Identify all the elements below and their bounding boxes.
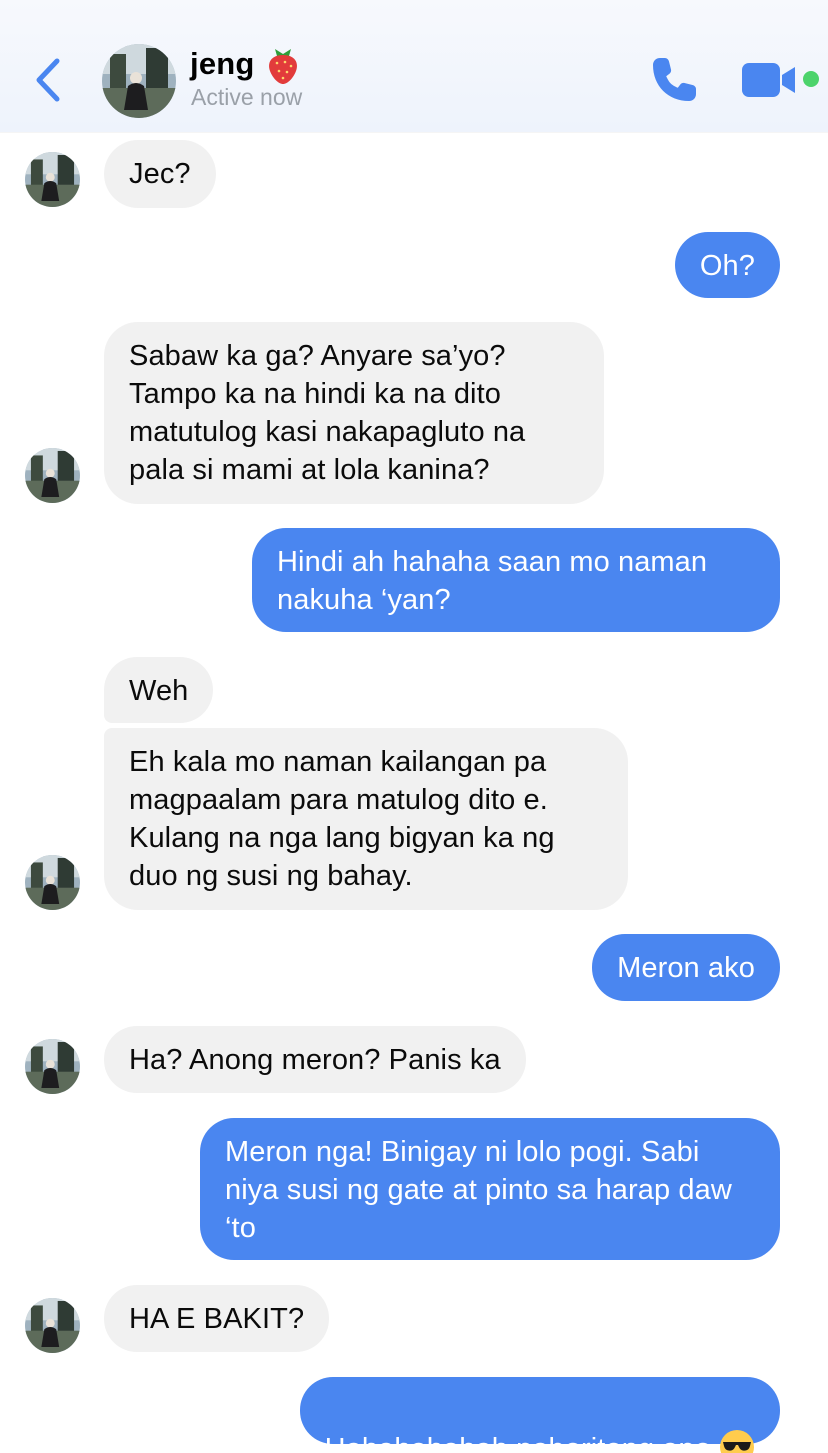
outgoing-message[interactable]: Oh? — [674, 232, 780, 298]
sender-avatar[interactable] — [25, 448, 80, 503]
message-text: Hahahahahah paboritong apo — [324, 1433, 711, 1453]
video-camera-icon — [742, 63, 795, 97]
incoming-message[interactable]: Weh — [104, 657, 214, 723]
incoming-message[interactable]: Sabaw ka ga? Anyare sa’yo? Tampo ka na h… — [104, 322, 604, 504]
online-indicator — [803, 71, 819, 87]
video-call-button[interactable] — [740, 60, 800, 100]
contact-name: jeng — [190, 46, 255, 81]
incoming-message[interactable]: Jec? — [104, 140, 216, 208]
active-status: Active now — [191, 84, 303, 110]
back-button[interactable] — [28, 52, 68, 108]
strawberry-icon — [268, 49, 297, 84]
incoming-message[interactable]: Eh kala mo naman kailangan pa magpaalam … — [104, 728, 628, 910]
phone-icon — [653, 58, 696, 101]
incoming-message[interactable]: Ha? Anong meron? Panis ka — [104, 1026, 526, 1093]
outgoing-message[interactable]: Meron nga! Binigay ni lolo pogi. Sabi ni… — [200, 1118, 780, 1260]
chevron-left-icon — [36, 58, 60, 102]
sender-avatar[interactable] — [25, 152, 80, 207]
chat-header: jeng Active now — [0, 0, 828, 132]
outgoing-message[interactable]: Hindi ah hahaha saan mo naman nakuha ‘ya… — [252, 528, 780, 632]
voice-call-button[interactable] — [646, 52, 702, 108]
outgoing-message[interactable]: Hahahahahah paboritong apo — [299, 1377, 780, 1453]
messenger-chat-screen: jeng Active now Jec? Oh? Sabaw ka ga? An… — [0, 0, 828, 1453]
contact-avatar[interactable] — [102, 44, 176, 118]
contact-name-row: jeng — [190, 42, 301, 86]
incoming-message[interactable]: HA E BAKIT? — [104, 1285, 330, 1352]
sender-avatar[interactable] — [25, 1039, 80, 1094]
sunglasses-face-icon — [720, 1430, 754, 1453]
outgoing-message[interactable]: Meron ako — [592, 934, 780, 1001]
sender-avatar[interactable] — [25, 855, 80, 910]
sender-avatar[interactable] — [25, 1298, 80, 1353]
